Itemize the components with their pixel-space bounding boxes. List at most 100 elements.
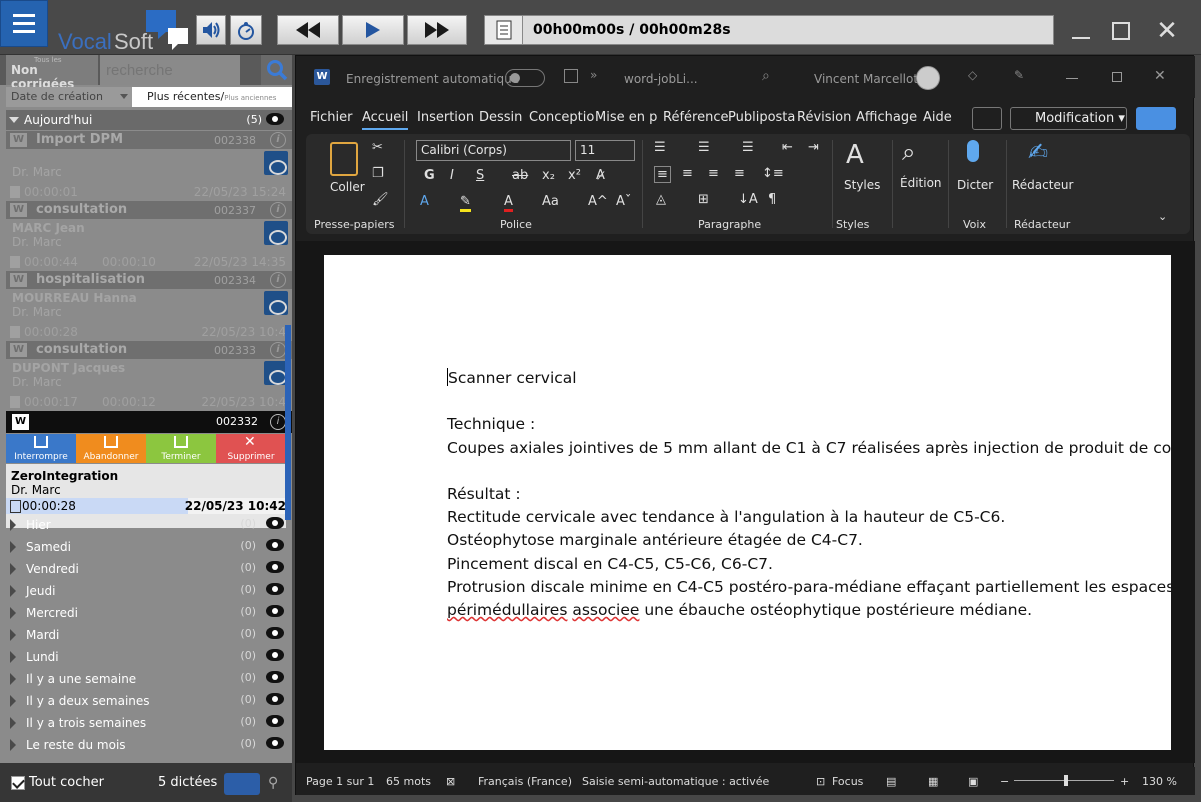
play-button[interactable] [342,15,404,45]
grow-font-icon[interactable]: A^ [588,194,608,209]
eye-icon[interactable] [266,737,284,749]
eye-icon[interactable] [266,539,284,551]
pilcrow-icon[interactable]: ¶ [768,192,776,207]
group-row[interactable]: Il y a deux semaines (0) [6,690,292,712]
save-icon[interactable] [264,151,288,175]
italic-icon[interactable]: I [450,168,454,183]
styles-icon[interactable]: A [846,140,864,170]
info-icon[interactable]: i [270,342,286,358]
sort-by-dropdown[interactable]: Date de création [6,87,132,107]
group-row[interactable]: Le reste du mois (0) [6,734,292,756]
font-size-select[interactable]: 11 [575,140,635,161]
cut-icon[interactable]: ✂ [372,140,383,155]
sort-icon[interactable]: ↓A [738,192,758,207]
info-icon[interactable]: i [270,202,286,218]
scrollbar[interactable] [285,325,291,520]
shrink-font-icon[interactable]: Aˇ [616,194,631,209]
list-item[interactable]: Wconsultation 002333 i DUPONT Jacques Dr. … [6,341,292,411]
tab-fichier[interactable]: Fichier [310,110,353,125]
line-spacing-icon[interactable]: ↕≡ [762,166,784,181]
multilevel-list-icon[interactable]: ☰ [742,140,754,155]
print-layout-icon[interactable]: ▦ [928,775,938,788]
tab-insertion[interactable]: Insertion [417,110,474,125]
copy-icon[interactable]: ❐ [372,166,384,181]
avatar[interactable] [916,66,940,90]
web-layout-icon[interactable]: ▣ [968,775,978,788]
text-predictions[interactable]: Saisie semi-automatique : activée [582,775,769,788]
editing-mode-button[interactable]: Modification ▾ [1010,107,1127,130]
zoom-level[interactable]: 130 % [1142,775,1177,788]
search-icon[interactable]: ⌕ [762,68,770,84]
briefcase-icon[interactable] [224,773,260,795]
change-case-icon[interactable]: Aa [542,194,559,209]
info-icon[interactable]: i [270,414,286,430]
bullets-icon[interactable]: ☰ [654,140,666,155]
eye-icon[interactable] [266,627,284,639]
ribbon-collapse-icon[interactable]: ⌄ [1158,210,1167,223]
eye-icon[interactable] [266,517,284,529]
search-input[interactable] [100,55,240,85]
tab-aide[interactable]: Aide [923,110,952,125]
zoom-slider-thumb[interactable] [1064,775,1068,786]
group-row[interactable]: Hier (0) [6,514,292,536]
clear-format-icon[interactable]: A̷ [596,168,605,183]
diamond-icon[interactable]: ◇ [968,68,977,82]
zoom-in-icon[interactable]: + [1120,775,1129,788]
check-all-checkbox[interactable] [11,776,25,790]
more-icon[interactable]: » [590,68,597,82]
bold-icon[interactable]: G [424,168,435,183]
shading-icon[interactable]: ◬ [656,192,666,207]
text-effects-icon[interactable]: A [420,194,429,209]
superscript-icon[interactable]: x² [568,168,581,183]
hamburger-menu-button[interactable] [0,0,48,47]
eye-icon[interactable] [266,113,284,125]
group-row[interactable]: Il y a une semaine (0) [6,668,292,690]
decrease-indent-icon[interactable]: ⇤ [782,140,793,155]
tab-publipostage[interactable]: Publiposta [728,110,795,125]
document-page[interactable]: Scanner cervical Technique : Coupes axia… [324,255,1171,750]
group-row[interactable]: Jeudi (0) [6,580,292,602]
close-icon[interactable]: ✕ [1152,16,1182,46]
group-row[interactable]: Mercredi (0) [6,602,292,624]
file-name[interactable]: word-jobLi... [624,72,698,86]
focus-label[interactable]: Focus [832,775,863,788]
tab-affichage[interactable]: Affichage [856,110,917,125]
increase-indent-icon[interactable]: ⇥ [808,140,819,155]
align-right-icon[interactable]: ≡ [708,166,719,181]
font-color-icon[interactable]: A [504,194,513,212]
speed-icon[interactable] [230,15,262,45]
search-icon[interactable] [261,55,292,85]
eye-icon[interactable] [266,649,284,661]
paste-icon[interactable] [330,142,358,176]
maximize-icon[interactable] [1112,72,1122,82]
group-row[interactable]: Vendredi (0) [6,558,292,580]
close-icon[interactable]: ✕ [1154,68,1166,84]
fast-forward-button[interactable] [407,15,467,45]
highlight-icon[interactable]: ✎ [460,194,471,212]
eye-icon[interactable] [266,583,284,595]
interrompre-button[interactable]: Interrompre [6,434,76,463]
info-icon[interactable]: i [270,272,286,288]
tab-accueil[interactable]: Accueil [362,110,409,130]
edition-search-icon[interactable]: ⌕ [902,138,915,166]
tab-dessin[interactable]: Dessin [479,110,522,125]
list-item[interactable]: Wconsultation 002337 i MARC Jean Dr. Marc … [6,201,292,271]
read-mode-icon[interactable]: ▤ [886,775,896,788]
maximize-icon[interactable] [1106,16,1136,46]
zoom-out-icon[interactable]: − [1000,775,1009,788]
borders-icon[interactable]: ⊞ [698,192,709,207]
volume-icon[interactable] [196,15,226,45]
group-row[interactable]: Lundi (0) [6,646,292,668]
status-filter[interactable]: Tous les Non corrigées [6,55,98,91]
comments-button[interactable] [972,107,1002,130]
language[interactable]: Français (France) [478,775,572,788]
document-icon[interactable] [485,16,523,44]
justify-icon[interactable]: ≡ [734,166,745,181]
info-icon[interactable]: i [270,132,286,148]
tab-conception[interactable]: Conceptio [529,110,594,125]
document-content[interactable]: Scanner cervical Technique : Coupes axia… [447,367,1171,622]
group-row[interactable]: Samedi (0) [6,536,292,558]
autosave-toggle[interactable] [505,69,545,87]
subscript-icon[interactable]: x₂ [542,168,555,183]
microphone-icon[interactable] [967,140,979,162]
